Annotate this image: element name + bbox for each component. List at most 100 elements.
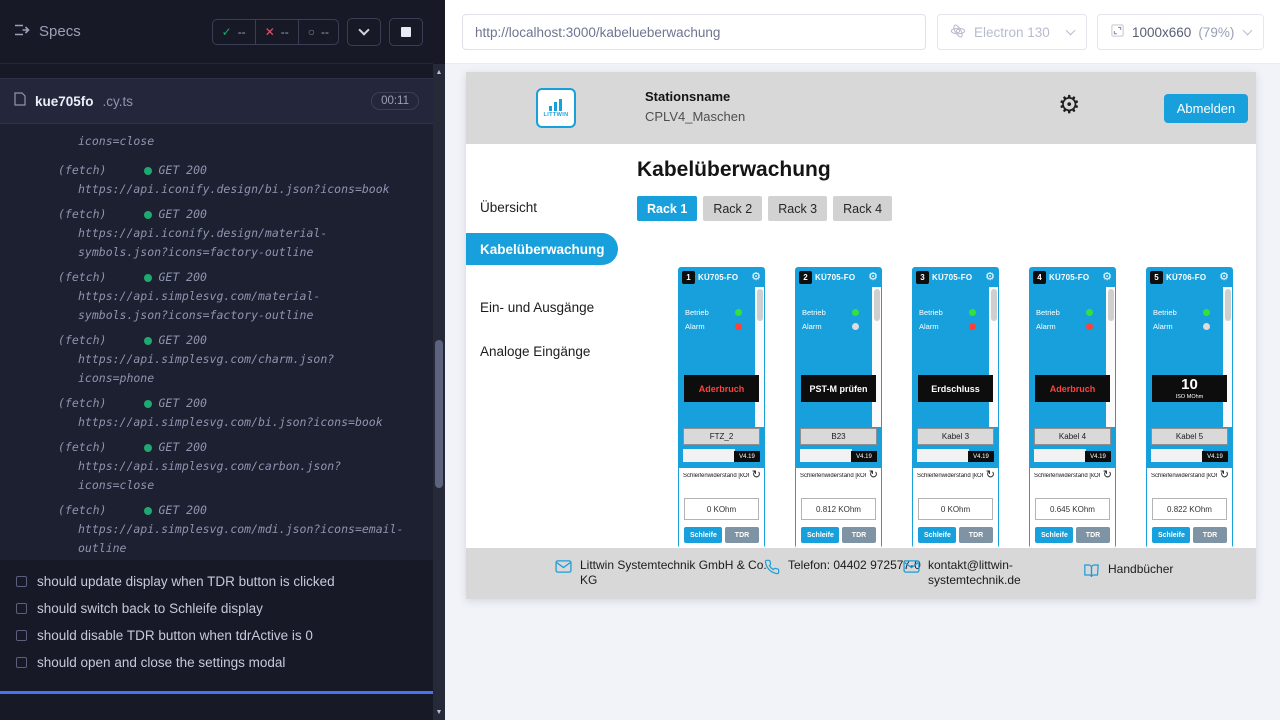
tdr-button[interactable]: TDR (725, 527, 759, 543)
stop-run-button[interactable] (389, 18, 423, 46)
status-dot-icon (144, 211, 152, 219)
test-state-icon (16, 630, 27, 641)
log-entry[interactable]: (fetch)GET 200 https://api.simplesvg.com… (0, 438, 433, 495)
card-scrollbar[interactable] (989, 287, 998, 427)
nav-analoge-eingaenge[interactable]: Analoge Eingänge (466, 337, 618, 365)
schleife-button[interactable]: Schleife (918, 527, 956, 543)
tab-rack-4[interactable]: Rack 4 (833, 196, 892, 221)
display-field (917, 449, 969, 462)
spec-name: kue705fo (35, 94, 94, 109)
card-gear-icon[interactable]: ⚙ (751, 272, 761, 283)
footer-manuals[interactable]: Handbücher (1083, 562, 1173, 583)
log-entry[interactable]: (fetch)GET 200 https://api.simplesvg.com… (0, 268, 433, 325)
card-scrollbar[interactable] (872, 287, 881, 427)
status-dot-icon (144, 274, 152, 282)
logout-button[interactable]: Abmelden (1164, 94, 1248, 123)
zoom-level: (79%) (1198, 25, 1234, 40)
device-card: 1 KÜ705-FO ⚙ Betrieb Alarm Aderbruch FTZ… (678, 267, 765, 548)
scrollbar-thumb[interactable] (435, 340, 443, 488)
log-entry[interactable]: (fetch)GET 200 https://api.simplesvg.com… (0, 501, 433, 558)
test-stats: ✓-- ✕-- ○-- (212, 19, 339, 45)
firmware-version: V4.19 (851, 451, 877, 462)
card-scrollbar[interactable] (1223, 287, 1232, 427)
refresh-icon[interactable]: ↻ (752, 470, 761, 481)
schleife-button[interactable]: Schleife (1035, 527, 1073, 543)
test-item[interactable]: should update display when TDR button is… (16, 574, 417, 589)
log-entry[interactable]: icons=close (0, 132, 433, 151)
resistance-value: 0.645 KOhm (1035, 498, 1110, 520)
tdr-button[interactable]: TDR (959, 527, 993, 543)
refresh-icon[interactable]: ↻ (986, 470, 995, 481)
reporter-header: Specs ✓-- ✕-- ○-- (0, 0, 433, 64)
nav-uebersicht[interactable]: Übersicht (466, 193, 618, 221)
refresh-icon[interactable]: ↻ (1220, 470, 1229, 481)
specs-menu[interactable]: Specs (14, 23, 81, 41)
schleife-button[interactable]: Schleife (801, 527, 839, 543)
measurement-label: Schleifenwiderstand [kOhm] (1151, 473, 1217, 479)
reporter-scroll-indicator[interactable] (0, 691, 433, 694)
nav-ein-und-ausgaenge[interactable]: Ein- und Ausgänge (466, 293, 618, 321)
test-item[interactable]: should switch back to Schleife display (16, 601, 417, 616)
url-input[interactable] (462, 14, 926, 50)
measurement-label: Schleifenwiderstand [kOhm] (1034, 473, 1100, 479)
command-log: icons=close (fetch)GET 200 https://api.i… (0, 124, 433, 560)
collapse-all-button[interactable] (347, 18, 381, 46)
measurement-panel: Schleifenwiderstand [kOhm] ↻ 0 KOhm Schl… (679, 468, 764, 548)
test-state-icon (16, 657, 27, 668)
card-gear-icon[interactable]: ⚙ (1219, 272, 1229, 283)
tab-rack-2[interactable]: Rack 2 (703, 196, 762, 221)
reporter-scrollbar[interactable]: ▲ ▼ (433, 64, 445, 720)
refresh-icon[interactable]: ↻ (869, 470, 878, 481)
betrieb-led (1203, 309, 1210, 316)
scroll-up-icon[interactable]: ▲ (433, 64, 445, 80)
resistance-value: 0 KOhm (918, 498, 993, 520)
device-name: KÜ705-FO (815, 273, 865, 282)
card-scrollbar[interactable] (755, 287, 764, 427)
card-gear-icon[interactable]: ⚙ (868, 272, 878, 283)
stop-icon (401, 27, 411, 37)
log-entry[interactable]: (fetch)GET 200 https://api.iconify.desig… (0, 161, 433, 199)
browser-name: Electron 130 (974, 25, 1050, 40)
measurement-label: Schleifenwiderstand [kOhm] (683, 473, 749, 479)
tdr-button[interactable]: TDR (1193, 527, 1227, 543)
schleife-button[interactable]: Schleife (684, 527, 722, 543)
browser-select[interactable]: Electron 130 (937, 14, 1087, 50)
test-list: should update display when TDR button is… (0, 560, 433, 691)
test-item[interactable]: should open and close the settings modal (16, 655, 417, 670)
card-gear-icon[interactable]: ⚙ (1102, 272, 1112, 283)
card-scrollbar[interactable] (1106, 287, 1115, 427)
log-entry[interactable]: (fetch)GET 200 https://api.simplesvg.com… (0, 331, 433, 388)
measurement-panel: Schleifenwiderstand [kOhm] ↻ 0 KOhm Schl… (913, 468, 998, 548)
tab-rack-3[interactable]: Rack 3 (768, 196, 827, 221)
scroll-down-icon[interactable]: ▼ (433, 704, 445, 720)
log-entry[interactable]: (fetch)GET 200 https://api.simplesvg.com… (0, 394, 433, 432)
specs-menu-icon (14, 23, 30, 41)
viewport-size-select[interactable]: 1000x660 (79%) (1097, 14, 1264, 50)
schleife-button[interactable]: Schleife (1152, 527, 1190, 543)
status-display: Aderbruch (1035, 375, 1110, 402)
app-content: Kabelüberwachung Rack 1 Rack 2 Rack 3 Ra… (618, 144, 1256, 548)
app-header: LITTWIN Stationsname CPLV4_Maschen ⚙ Abm… (466, 72, 1256, 144)
footer-email[interactable]: kontakt@littwin-systemtechnik.de (903, 558, 1048, 588)
refresh-icon[interactable]: ↻ (1103, 470, 1112, 481)
tab-rack-1[interactable]: Rack 1 (637, 196, 697, 221)
settings-gear-icon[interactable]: ⚙ (1058, 93, 1080, 118)
card-number: 3 (916, 271, 929, 284)
spec-file[interactable]: kue705fo.cy.ts 00:11 (0, 78, 433, 124)
card-number: 2 (799, 271, 812, 284)
station-info: Stationsname CPLV4_Maschen (645, 89, 745, 124)
nav-kabelueberwachung[interactable]: Kabelüberwachung (466, 233, 618, 265)
betrieb-led (852, 309, 859, 316)
card-number: 1 (682, 271, 695, 284)
card-gear-icon[interactable]: ⚙ (985, 272, 995, 283)
status-dot-icon (144, 337, 152, 345)
test-item[interactable]: should disable TDR button when tdrActive… (16, 628, 417, 643)
littwin-logo: LITTWIN (536, 88, 576, 128)
log-entry[interactable]: (fetch)GET 200 https://api.iconify.desig… (0, 205, 433, 262)
tdr-button[interactable]: TDR (842, 527, 876, 543)
betrieb-led (1086, 309, 1093, 316)
device-name: KÜ705-FO (932, 273, 982, 282)
tdr-button[interactable]: TDR (1076, 527, 1110, 543)
station-value: CPLV4_Maschen (645, 109, 745, 124)
alarm-led (735, 323, 742, 330)
